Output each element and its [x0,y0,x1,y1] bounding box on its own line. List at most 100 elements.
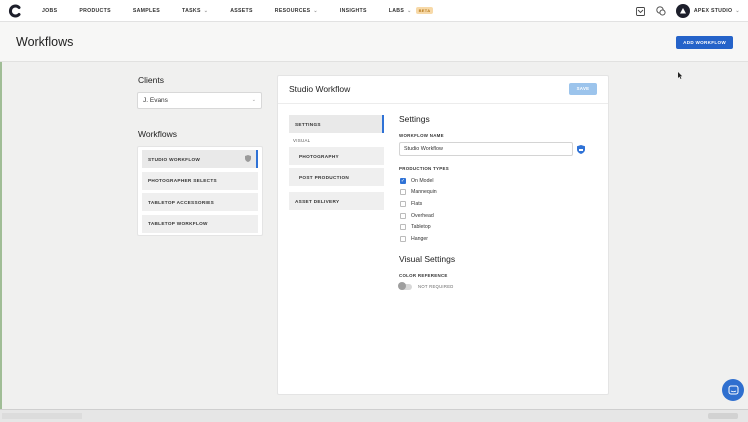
checkbox[interactable] [400,189,406,196]
client-select[interactable]: J. Evans ⌄ [137,92,262,109]
nav-item-insights[interactable]: INSIGHTS [340,8,367,14]
workflow-name-input[interactable] [399,142,573,156]
nav-right: APEX STUDIO ⌄ [636,0,740,22]
settings-heading: Settings [399,114,430,124]
workflow-item-tabletop-workflow[interactable]: TABLETOP WORKFLOW [142,214,258,233]
nav-item-label: PRODUCTS [79,7,111,14]
inbox-icon[interactable] [636,6,646,16]
nav-item-resources[interactable]: RESOURCES ⌄ [275,8,318,14]
nav-item-label: JOBS [42,7,58,14]
support-icon[interactable] [656,6,666,16]
workflow-list: STUDIO WORKFLOW PHOTOGRAPHER SELECTS TAB… [137,146,263,236]
bottom-bar-segment [708,413,738,419]
tab-settings[interactable]: SETTINGS [289,115,384,133]
nav-item-jobs[interactable]: JOBS [42,8,57,14]
nav-item-label: TASKS [182,7,201,14]
color-reference-label: COLOR REFERENCE [399,272,448,278]
checkbox[interactable] [400,200,406,207]
checkbox-checked[interactable]: ✓ [400,177,406,184]
beta-badge: BETA [415,7,434,14]
chat-launcher-button[interactable] [722,379,744,401]
checkbox[interactable] [400,235,406,242]
studio-switcher[interactable]: APEX STUDIO ⌄ [694,8,740,14]
chevron-down-icon: ⌄ [735,8,740,14]
settings-panel: Settings WORKFLOW NAME PRODUCTION TYPES … [398,114,599,291]
nav-item-products[interactable]: PRODUCTS [79,8,111,14]
workflow-item-label: TABLETOP WORKFLOW [148,221,208,226]
tab-asset-delivery[interactable]: ASSET DELIVERY [289,192,384,210]
chat-icon [728,385,738,394]
tab-post-production[interactable]: POST PRODUCTION [289,168,384,186]
studio-name: APEX STUDIO [693,8,733,14]
toggle-knob [398,282,406,291]
workflow-item-studio-workflow[interactable]: STUDIO WORKFLOW [142,150,258,168]
checkbox-label: Tabletop [411,224,431,231]
nav-item-label: SAMPLES [132,7,161,14]
shield-icon [245,155,251,162]
checkbox-label: Hanger [411,235,429,242]
tab-photography[interactable]: PHOTOGRAPHY [289,147,384,165]
page-title: Workflows [16,35,74,49]
top-nav: JOBS PRODUCTS SAMPLES TASKS ⌄ ASSETS RESO… [0,0,748,22]
workflow-item-photographer-selects[interactable]: PHOTOGRAPHER SELECTS [142,171,258,190]
workflow-item-label: PHOTOGRAPHER SELECTS [148,178,217,183]
chevron-down-icon: ⌄ [407,7,412,14]
checkbox-label: Overhead [411,212,434,219]
checkbox-label: Mannequin [411,189,437,196]
window-edge [0,22,2,409]
add-workflow-button[interactable]: ADD WORKFLOW [676,36,733,49]
nav-item-samples[interactable]: SAMPLES [133,8,160,14]
production-type-hanger[interactable]: Hanger [399,233,599,245]
color-reference-toggle[interactable] [398,282,412,291]
nav-item-label: RESOURCES [274,7,311,14]
chevron-down-icon: ⌄ [251,97,256,103]
production-type-on-model[interactable]: ✓ On Model [399,175,599,187]
workflows-heading: Workflows [138,129,178,139]
workflow-tabs: SETTINGS VISUAL PHOTOGRAPHY POST PRODUCT… [289,115,384,213]
production-type-flats[interactable]: Flats [399,198,599,210]
workflow-item-label: STUDIO WORKFLOW [148,156,201,162]
card-header: Studio Workflow SAVE [278,76,608,104]
tab-label: PHOTOGRAPHY [299,153,339,159]
shield-icon[interactable] [577,144,585,154]
nav-item-label: LABS [388,7,405,14]
workflow-editor-card: Studio Workflow SAVE SETTINGS VISUAL PHO… [277,75,609,395]
checkbox-label: Flats [411,200,423,207]
visual-section-label: VISUAL [293,138,311,143]
workflow-name-label: WORKFLOW NAME [399,133,444,138]
tab-label: SETTINGS [295,121,321,127]
nav-item-label: INSIGHTS [339,7,367,14]
tab-label: POST PRODUCTION [299,174,350,180]
chevron-down-icon: ⌄ [313,7,318,14]
nav-item-tasks[interactable]: TASKS ⌄ [182,8,208,14]
checkbox[interactable] [400,224,406,231]
workflow-name-row [399,142,599,156]
page-header: Workflows ADD WORKFLOW [0,22,748,62]
nav-item-label: ASSETS [230,7,253,14]
nav-item-assets[interactable]: ASSETS [230,8,253,14]
card-title: Studio Workflow [289,84,351,94]
bottom-bar-segment [2,413,82,419]
nav-item-labs[interactable]: LABS ⌄ BETA [389,7,434,14]
logo-c-icon[interactable] [4,0,26,22]
bottom-bar [0,409,748,422]
checkbox-label: On Model [411,177,434,184]
visual-settings-heading: Visual Settings [399,253,456,264]
mouse-cursor-icon [678,72,683,79]
production-types-label: PRODUCTION TYPES [399,166,449,171]
production-type-tabletop[interactable]: Tabletop [399,221,599,233]
workflow-item-tabletop-accessories[interactable]: TABLETOP ACCESSORIES [142,193,258,211]
checkbox[interactable] [400,212,406,219]
tab-label: ASSET DELIVERY [295,198,340,204]
production-type-mannequin[interactable]: Mannequin [399,187,599,199]
workflow-item-label: TABLETOP ACCESSORIES [148,199,214,205]
save-button[interactable]: SAVE [569,83,597,95]
production-type-overhead[interactable]: Overhead [399,210,599,222]
avatar[interactable] [675,4,690,18]
nav-menu: JOBS PRODUCTS SAMPLES TASKS ⌄ ASSETS RESO… [42,7,455,14]
chevron-down-icon: ⌄ [203,7,209,14]
clients-heading: Clients [138,75,164,85]
toggle-label: NOT REQUIRED [418,284,454,290]
client-select-value: J. Evans [143,97,168,104]
color-reference-row: NOT REQUIRED [398,282,599,291]
